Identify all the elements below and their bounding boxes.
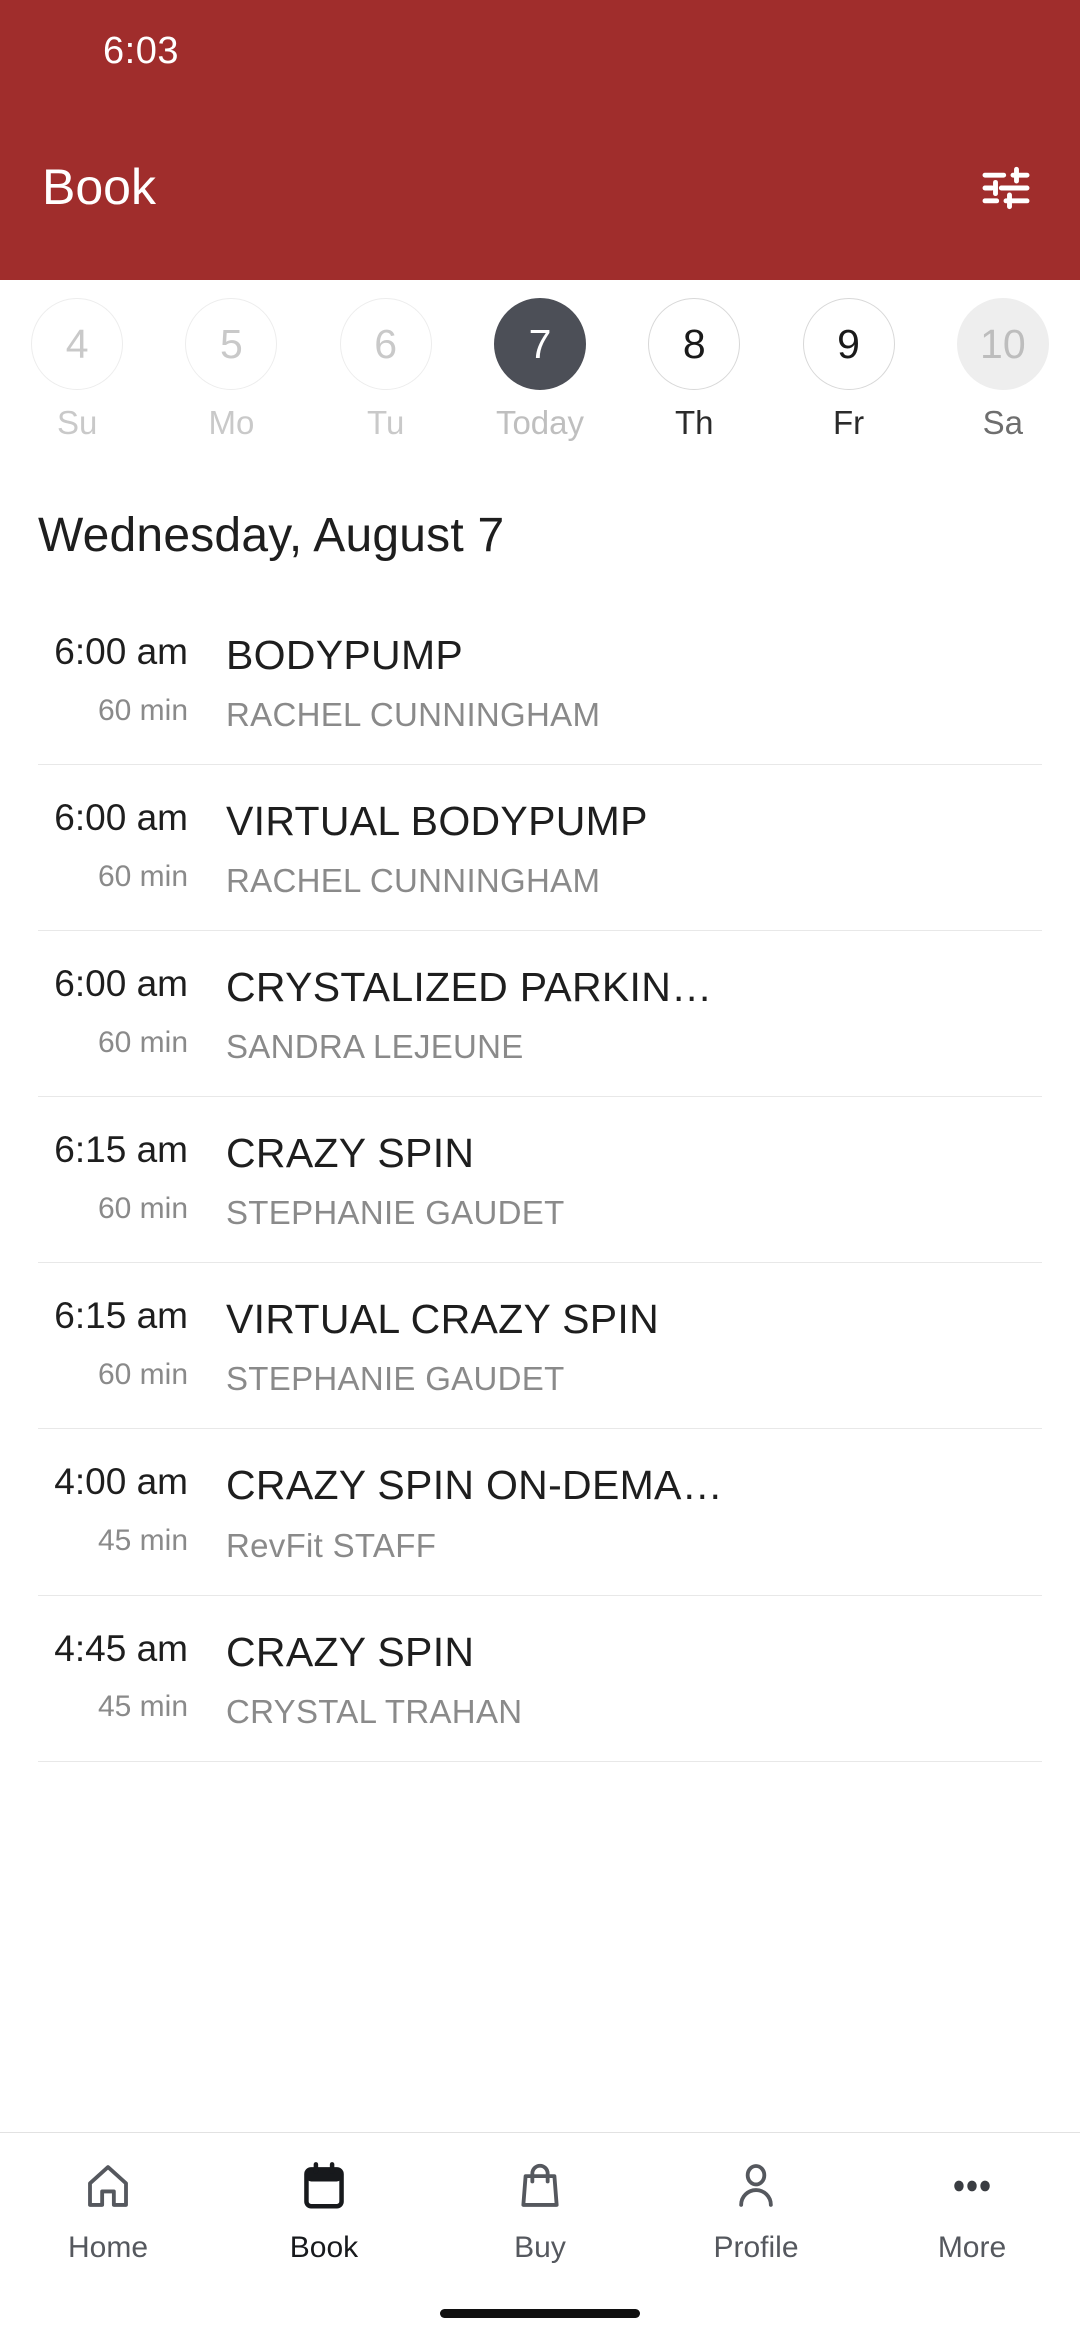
class-row[interactable]: 6:00 am 60 min CRYSTALIZED PARKIN… SANDR… [38,931,1042,1098]
date-cell-2[interactable]: 6 Tu [309,298,463,442]
page-title: Book [42,159,156,215]
class-info-block: VIRTUAL BODYPUMP RACHEL CUNNINGHAM [188,799,1042,900]
person-icon [729,2155,783,2217]
nav-label: More [937,2231,1007,2264]
date-circle[interactable]: 10 [956,298,1049,390]
date-weekday-label: Su [56,404,98,441]
tune-filter-icon [982,166,1030,210]
class-time-block: 6:00 am 60 min [38,631,188,728]
date-circle[interactable]: 5 [185,298,278,390]
date-circle[interactable]: 9 [802,298,895,390]
app-root: 6:03 Book 4 Su 5 Mo 6 Tu 7 Today 8 Th 9 … [0,0,1080,2340]
class-time: 6:15 am [54,1295,188,1337]
date-circle[interactable]: 4 [31,298,124,390]
class-info-block: VIRTUAL CRAZY SPIN STEPHANIE GAUDET [188,1297,1042,1398]
class-info-block: CRYSTALIZED PARKIN… SANDRA LEJEUNE [188,965,1042,1066]
class-name: CRAZY SPIN ON-DEMA… [226,1463,723,1509]
class-info-block: CRAZY SPIN STEPHANIE GAUDET [188,1131,1042,1232]
nav-label: Book [289,2231,359,2264]
app-header: 6:03 Book [0,0,1080,280]
class-info-block: CRAZY SPIN ON-DEMA… RevFit STAFF [188,1463,1042,1564]
nav-item-book[interactable]: Book [216,2155,432,2265]
class-row[interactable]: 6:00 am 60 min BODYPUMP RACHEL CUNNINGHA… [38,599,1042,766]
date-selector[interactable]: 4 Su 5 Mo 6 Tu 7 Today 8 Th 9 Fr 10 Sa [0,280,1080,450]
class-info-block: BODYPUMP RACHEL CUNNINGHAM [188,633,1042,734]
home-indicator [440,2309,640,2318]
date-cell-4[interactable]: 8 Th [617,298,771,442]
date-weekday-label: Fr [832,404,865,441]
nav-item-home[interactable]: Home [0,2155,216,2265]
status-bar: 6:03 [0,0,1080,100]
class-duration: 60 min [97,1192,188,1226]
class-instructor: STEPHANIE GAUDET [226,1194,565,1232]
class-name: CRYSTALIZED PARKIN… [226,965,713,1011]
class-row[interactable]: 6:15 am 60 min VIRTUAL CRAZY SPIN STEPHA… [38,1263,1042,1430]
date-weekday-label: Tu [367,404,405,441]
shopping-bag-icon [513,2155,567,2217]
selected-day-heading: Wednesday, August 7 [38,509,505,562]
class-info-block: CRAZY SPIN CRYSTAL TRAHAN [188,1630,1042,1731]
class-duration: 60 min [97,1358,188,1392]
class-name: VIRTUAL BODYPUMP [226,799,648,845]
class-instructor: RACHEL CUNNINGHAM [226,862,601,900]
class-time-block: 6:15 am 60 min [38,1297,188,1392]
class-time: 6:00 am [54,963,188,1005]
class-time-block: 6:00 am 60 min [38,797,188,894]
status-bar-clock: 6:03 [103,30,179,72]
class-name: CRAZY SPIN [226,1629,475,1675]
date-cell-5[interactable]: 9 Fr [771,298,925,442]
nav-label: Profile [713,2231,799,2264]
home-icon [81,2155,135,2217]
class-duration: 45 min [97,1524,188,1558]
nav-label: Home [67,2231,149,2264]
date-circle[interactable]: 6 [339,298,432,390]
class-duration: 45 min [97,1690,188,1724]
class-name: CRAZY SPIN [226,1131,475,1177]
date-weekday-label: Sa [982,404,1024,441]
class-time-block: 4:00 am 45 min [38,1463,188,1558]
date-weekday-label: Mo [208,404,255,441]
app-bar: Book [0,100,1080,280]
class-instructor: SANDRA LEJEUNE [226,1028,524,1066]
class-name: BODYPUMP [226,633,464,678]
calendar-icon [297,2155,351,2217]
class-time-block: 6:15 am 60 min [38,1129,188,1226]
class-row[interactable]: 6:00 am 60 min VIRTUAL BODYPUMP RACHEL C… [38,765,1042,932]
class-row[interactable]: 6:15 am 60 min CRAZY SPIN STEPHANIE GAUD… [38,1097,1042,1264]
date-cell-6[interactable]: 10 Sa [926,298,1080,442]
class-time: 4:45 am [54,1627,188,1669]
class-instructor: RevFit STAFF [226,1526,437,1564]
class-row[interactable]: 4:45 am 45 min CRAZY SPIN CRYSTAL TRAHAN [38,1596,1042,1762]
class-schedule-list[interactable]: 6:00 am 60 min BODYPUMP RACHEL CUNNINGHA… [0,563,1080,2132]
class-row[interactable]: 4:00 am 45 min CRAZY SPIN ON-DEMA… RevFi… [38,1429,1042,1596]
nav-item-buy[interactable]: Buy [432,2155,648,2265]
class-duration: 60 min [97,859,188,893]
date-cell-today[interactable]: 7 Today [463,298,617,442]
class-duration: 60 min [97,693,188,727]
class-time: 6:15 am [54,1129,188,1171]
class-instructor: CRYSTAL TRAHAN [226,1692,523,1730]
date-circle-selected[interactable]: 7 [493,298,586,390]
date-weekday-label: Th [675,404,714,441]
class-time-block: 4:45 am 45 min [38,1627,188,1725]
class-time: 4:00 am [54,1461,188,1503]
date-circle[interactable]: 8 [648,298,741,390]
date-weekday-label: Today [495,404,585,441]
class-time: 6:00 am [54,631,188,672]
date-cell-1[interactable]: 5 Mo [154,298,308,442]
class-time: 6:00 am [54,797,188,839]
filter-button[interactable] [974,156,1038,220]
nav-label: Buy [514,2231,566,2264]
more-dots-icon [945,2155,999,2217]
nav-item-profile[interactable]: Profile [648,2155,864,2265]
date-cell-0[interactable]: 4 Su [0,298,154,442]
class-time-block: 6:00 am 60 min [38,963,188,1060]
class-name: VIRTUAL CRAZY SPIN [226,1297,659,1343]
class-instructor: STEPHANIE GAUDET [226,1360,565,1398]
class-duration: 60 min [97,1026,188,1060]
class-instructor: RACHEL CUNNINGHAM [226,696,601,734]
nav-item-more[interactable]: More [864,2155,1080,2265]
